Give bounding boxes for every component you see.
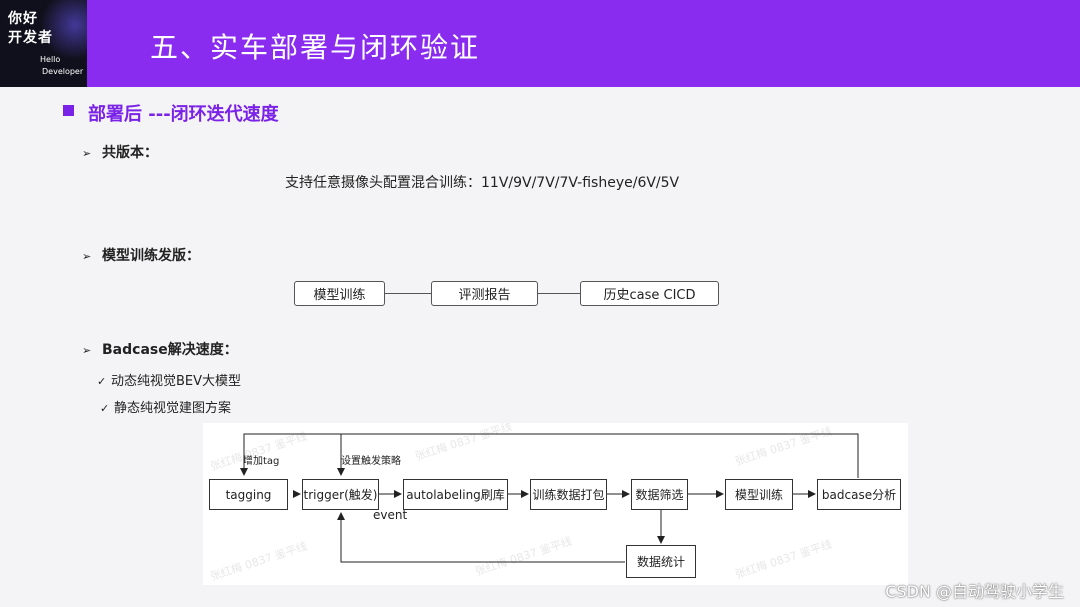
- checkmark-icon: ✓: [100, 402, 110, 415]
- flow-box-model-training: 模型训练: [294, 281, 385, 306]
- flow-connector: [538, 293, 580, 294]
- node-badcase-analysis: badcase分析: [817, 479, 901, 510]
- arrow-bullet-icon: ➢: [82, 147, 92, 160]
- slide-title: 五、实车部署与闭环验证: [150, 31, 481, 64]
- arrow-bullet-icon: ➢: [82, 344, 92, 357]
- label-event: event: [373, 508, 408, 522]
- check-label: 静态纯视觉建图方案: [114, 401, 232, 416]
- flow-box-history-cicd: 历史case CICD: [580, 281, 719, 306]
- flow-connector: [385, 293, 431, 294]
- support-text: 支持任意摄像头配置混合训练：11V/9V/7V/7V-fisheye/6V/5V: [285, 175, 680, 191]
- logo-line-2: 开发者: [8, 30, 53, 46]
- logo-en-1: Hello: [40, 55, 61, 64]
- header-bar: 你好 开发者 Hello Developer 五、实车部署与闭环验证: [0, 0, 1080, 87]
- closed-loop-diagram: 张红梅 0837 鉴平线 张红梅 0837 鉴平线 张红梅 0837 鉴平线 张…: [203, 423, 908, 585]
- hello-developer-logo: 你好 开发者 Hello Developer: [0, 0, 87, 87]
- flow-box-eval-report: 评测报告: [431, 281, 538, 306]
- node-trigger: trigger(触发): [302, 479, 379, 510]
- logo-en-2: Developer: [42, 67, 84, 76]
- item-label: 共版本：: [102, 145, 158, 161]
- node-autolabeling: autolabeling刷库: [403, 479, 508, 510]
- node-model-training: 模型训练: [725, 479, 793, 510]
- check-item-dynamic-bev: ✓ 动态纯视觉BEV大模型: [97, 370, 241, 389]
- item-badcase-speed: ➢ Badcase解决速度：: [82, 339, 238, 359]
- check-item-static-map: ✓ 静态纯视觉建图方案: [100, 397, 231, 416]
- section-title: 部署后 ---闭环迭代速度: [88, 104, 279, 125]
- label-trigger-strategy: 设置触发策略: [341, 456, 401, 467]
- label-add-tag: 增加tag: [243, 456, 280, 467]
- node-data-filter: 数据筛选: [631, 479, 688, 510]
- item-label: 模型训练发版：: [102, 248, 200, 264]
- item-label: Badcase解决速度：: [102, 342, 238, 358]
- arrow-bullet-icon: ➢: [82, 250, 92, 263]
- node-tagging: tagging: [209, 479, 288, 510]
- logo-line-1: 你好: [8, 11, 38, 27]
- item-shared-version: ➢ 共版本：: [82, 142, 158, 162]
- csdn-watermark: CSDN @自动驾驶小学生: [885, 582, 1064, 601]
- square-bullet-icon: [63, 105, 74, 116]
- node-data-stats: 数据统计: [626, 545, 696, 578]
- node-data-packing: 训练数据打包: [530, 479, 607, 510]
- checkmark-icon: ✓: [97, 375, 107, 388]
- item-model-release: ➢ 模型训练发版：: [82, 245, 200, 265]
- check-label: 动态纯视觉BEV大模型: [111, 374, 242, 389]
